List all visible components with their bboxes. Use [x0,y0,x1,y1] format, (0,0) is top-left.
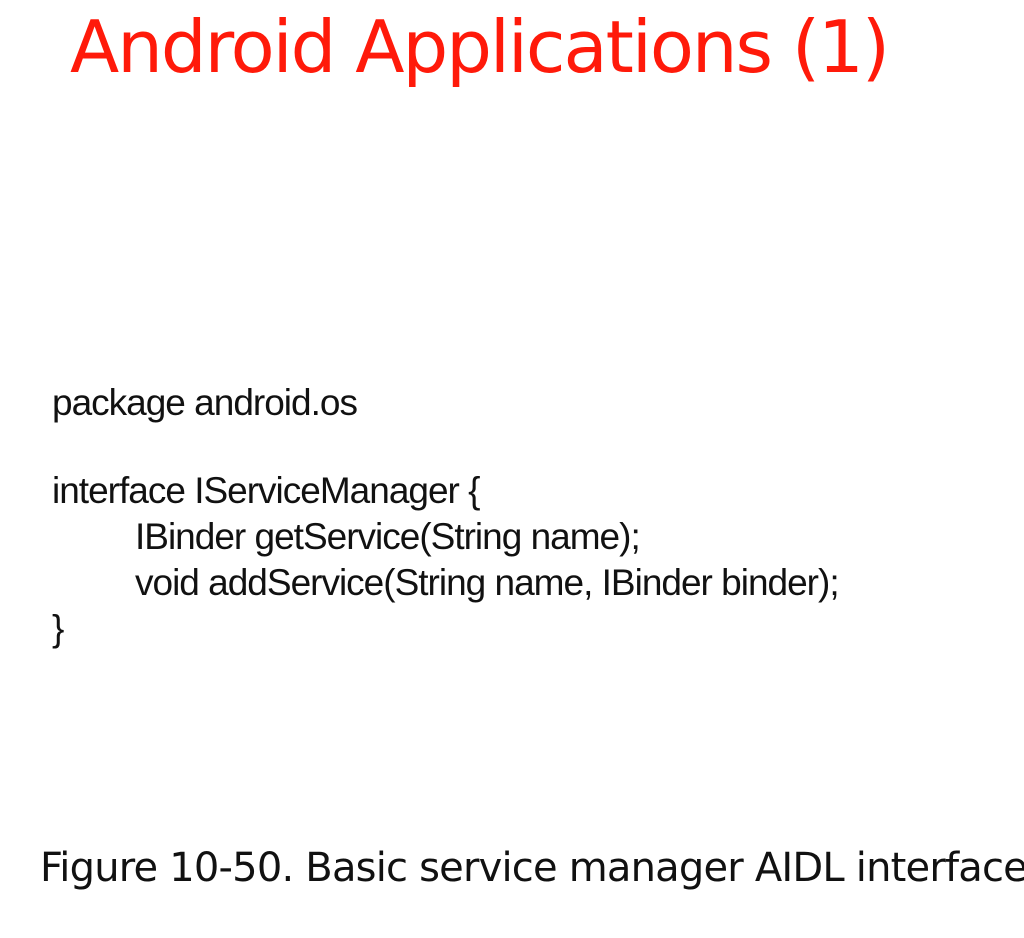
slide: Android Applications (1) package android… [0,0,1024,938]
code-line-interface: interface IServiceManager { [52,470,481,511]
slide-title: Android Applications (1) [70,5,890,89]
code-line-add-service: void addService(String name, IBinder bin… [135,562,840,603]
code-line-get-service: IBinder getService(String name); [135,516,641,557]
code-line-close-brace: } [52,608,64,649]
code-line-package: package android.os [52,382,358,423]
figure-caption: Figure 10-50. Basic service manager AIDL… [40,845,1024,891]
code-listing: package android.os interface IServiceMan… [52,380,840,652]
